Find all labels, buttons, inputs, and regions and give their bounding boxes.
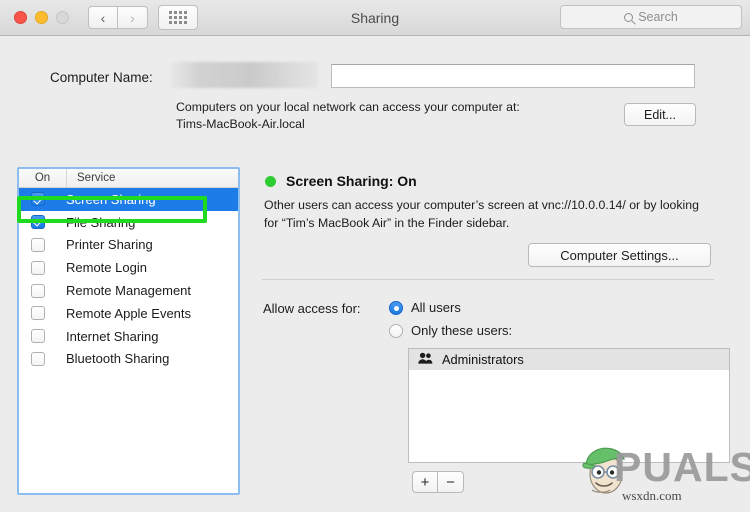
status-indicator-dot — [265, 176, 276, 187]
radio-only-these-users[interactable]: Only these users: — [389, 323, 512, 338]
service-label: Remote Management — [66, 283, 192, 299]
radio-label-all-users: All users — [411, 300, 461, 315]
user-list-actions: + − — [412, 471, 464, 493]
service-label: Bluetooth Sharing — [66, 351, 170, 367]
local-network-note: Computers on your local network can acce… — [176, 99, 606, 133]
services-list-header: On Service — [19, 169, 238, 188]
sharing-preferences-window: ‹ › Sharing Search Computer Name: Comput… — [0, 0, 750, 512]
service-row[interactable]: File Sharing — [19, 211, 238, 234]
edit-button[interactable]: Edit... — [624, 103, 696, 126]
service-checkbox[interactable] — [31, 329, 45, 344]
computer-settings-button[interactable]: Computer Settings... — [528, 243, 711, 267]
service-label: Remote Apple Events — [66, 305, 192, 321]
service-row[interactable]: Remote Apple Events — [19, 302, 238, 325]
status-description: Other users can access your computer’s s… — [264, 198, 699, 230]
radio-label-only-these-users: Only these users: — [411, 323, 513, 338]
service-label: Printer Sharing — [66, 237, 153, 253]
services-rows: Screen Sharing File Sharing Printer Sharin… — [19, 188, 238, 370]
watermark-domain-text: wsxdn.com — [622, 488, 682, 503]
add-user-button[interactable]: + — [412, 471, 438, 493]
status-badge: Screen Sharing: On — [286, 173, 417, 189]
service-row[interactable]: Screen Sharing — [19, 188, 238, 211]
radio-mark-only-these-users — [389, 323, 403, 338]
column-header-service: Service — [77, 172, 116, 184]
service-label: Remote Login — [66, 260, 147, 276]
service-checkbox[interactable] — [31, 306, 45, 321]
service-checkbox[interactable] — [31, 260, 45, 275]
service-checkbox[interactable] — [31, 192, 45, 207]
divider — [262, 279, 714, 280]
remove-user-button[interactable]: − — [438, 471, 464, 493]
search-icon — [624, 12, 634, 22]
service-checkbox[interactable] — [31, 237, 45, 252]
local-network-note-line1: Computers on your local network can acce… — [176, 100, 520, 114]
service-label: File Sharing — [66, 214, 136, 230]
allow-access-label: Allow access for: — [263, 301, 361, 316]
service-label: Internet Sharing — [66, 328, 159, 344]
computer-name-field[interactable] — [331, 64, 695, 88]
service-row[interactable]: Internet Sharing — [19, 325, 238, 348]
radio-mark-all-users — [389, 300, 403, 315]
column-header-on: On — [19, 169, 67, 187]
search-input[interactable]: Search — [560, 5, 742, 29]
local-hostname: Tims-MacBook-Air.local — [176, 117, 305, 131]
service-checkbox[interactable] — [31, 215, 45, 230]
service-row[interactable]: Remote Management — [19, 279, 238, 302]
service-row[interactable]: Bluetooth Sharing — [19, 348, 238, 371]
service-checkbox[interactable] — [31, 283, 45, 298]
search-placeholder: Search — [638, 10, 678, 24]
redacted-region — [170, 62, 318, 88]
group-icon — [418, 351, 433, 369]
radio-all-users[interactable]: All users — [389, 300, 461, 315]
service-label: Screen Sharing — [66, 191, 156, 207]
window-titlebar: ‹ › Sharing Search — [0, 0, 750, 36]
computer-name-label: Computer Name: — [50, 70, 153, 85]
service-row[interactable]: Remote Login — [19, 256, 238, 279]
services-list-panel[interactable]: On Service Screen Sharing File Sharing Pri… — [17, 167, 240, 495]
list-item[interactable]: Administrators — [409, 349, 729, 370]
allowed-users-list[interactable]: Administrators — [408, 348, 730, 463]
service-row[interactable]: Printer Sharing — [19, 234, 238, 257]
list-item-label: Administrators — [442, 352, 524, 367]
service-checkbox[interactable] — [31, 351, 45, 366]
